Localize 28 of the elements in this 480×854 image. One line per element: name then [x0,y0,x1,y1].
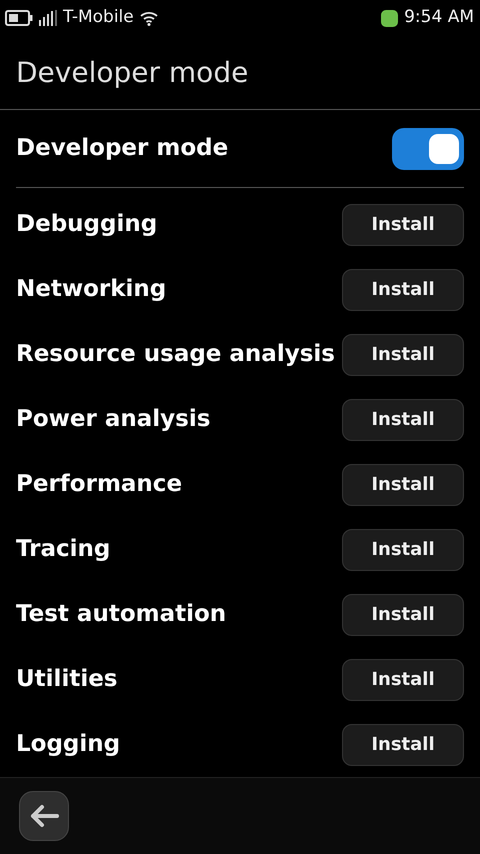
signal-icon [39,10,57,26]
install-button[interactable]: Install [342,594,464,636]
package-label: Utilities [16,665,118,694]
install-button[interactable]: Install [342,658,464,700]
toggle-switch[interactable] [392,128,464,170]
install-button[interactable]: Install [342,398,464,440]
install-button[interactable]: Install [342,464,464,506]
setting-label: Developer mode [16,134,228,164]
install-button[interactable]: Install [342,724,464,766]
package-label: Power analysis [16,405,210,434]
install-button[interactable]: Install [342,334,464,376]
battery-icon [5,10,33,26]
package-label: Tracing [16,535,110,564]
back-button[interactable] [19,791,69,841]
carrier-name: T-Mobile [63,6,134,30]
wifi-icon [140,10,158,26]
package-label: Networking [16,275,166,304]
clock-time: 9:54 AM [404,6,474,30]
package-label: Resource usage analysis [16,340,335,370]
package-label: Performance [16,470,182,500]
package-label: Debugging [16,210,158,240]
back-arrow-icon [29,804,59,828]
package-label: Test automation [16,600,226,630]
install-button[interactable]: Install [342,268,464,310]
install-button[interactable]: Install [342,528,464,570]
package-label: Logging [16,730,120,760]
page-title: Developer mode [16,54,248,90]
install-button[interactable]: Install [342,204,464,246]
